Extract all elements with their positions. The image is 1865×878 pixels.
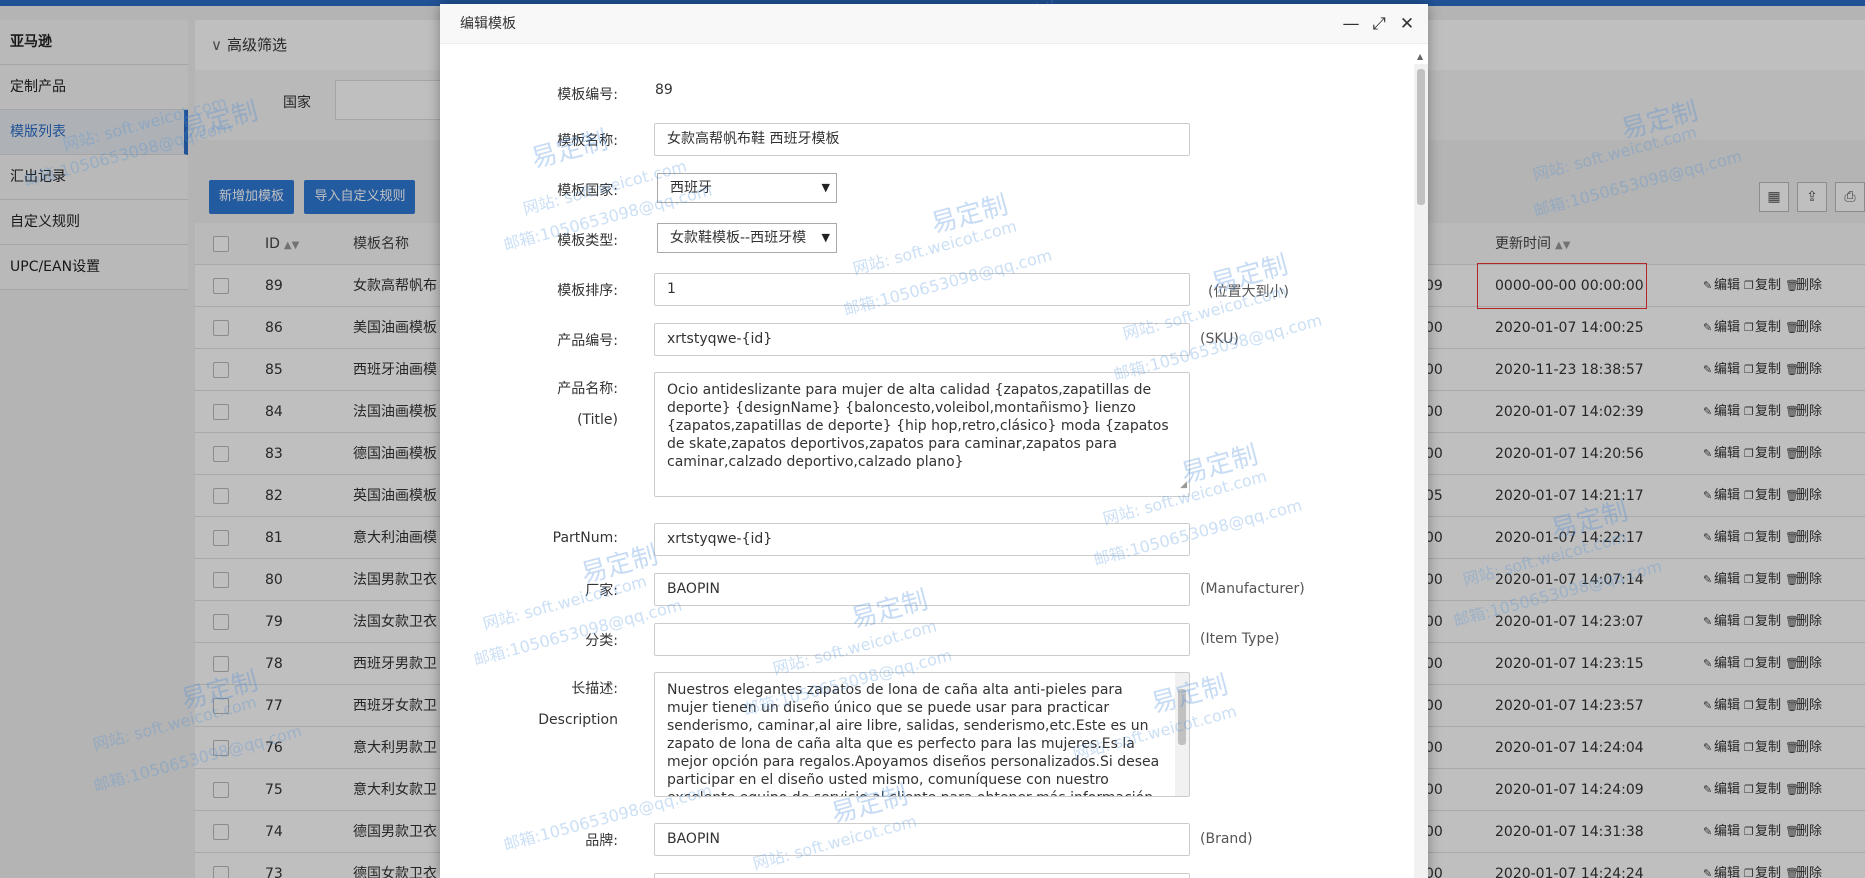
sort-label: 模板排序: <box>557 283 618 299</box>
partnum-label: PartNum: <box>552 530 618 546</box>
product-name-text: Ocio antideslizante para mujer de alta c… <box>667 382 1169 470</box>
close-icon[interactable]: ✕ <box>1398 4 1416 44</box>
manufacturer-label: 厂家: <box>585 583 618 599</box>
product-name-sub-label: (Title) <box>577 412 618 428</box>
product-name-label: 产品名称: <box>557 381 618 397</box>
country-select-value: 西班牙 <box>670 180 712 196</box>
type-select-value: 女款鞋模板--西班牙模 <box>670 230 807 246</box>
dialog-header[interactable]: 编辑模板 — ⤢ ✕ <box>440 4 1428 44</box>
sku-note: (SKU) <box>1200 331 1239 347</box>
manufacturer-input[interactable]: BAOPIN <box>654 573 1190 606</box>
watermark: 易定制 <box>928 190 1012 240</box>
category-label: 分类: <box>585 633 618 649</box>
template-name-label: 模板名称: <box>557 133 618 149</box>
description-text: Nuestros elegantes zapatos de lona de ca… <box>667 682 1160 796</box>
brand-note: (Brand) <box>1200 831 1253 847</box>
sort-note: (位置大到小) <box>1208 284 1289 300</box>
description-label: 长描述: <box>571 681 618 697</box>
brand-input[interactable]: BAOPIN <box>654 823 1190 856</box>
scroll-up-icon[interactable]: ▲ <box>1417 52 1423 61</box>
watermark: 网站: soft.weicot.com <box>480 571 649 634</box>
description-sub-label: Description <box>538 712 618 728</box>
dialog-scrollbar[interactable]: ▲ <box>1414 52 1428 878</box>
watermark: 网站: soft.weicot.com <box>850 216 1019 279</box>
country-label: 模板国家: <box>557 183 618 199</box>
template-no-label: 模板编号: <box>557 87 618 103</box>
maximize-icon[interactable]: ⤢ <box>1370 4 1388 44</box>
edit-template-dialog: 编辑模板 — ⤢ ✕ 模板编号: 89 模板名称: 女款高帮帆布鞋 西班牙模板 … <box>440 4 1428 878</box>
type-select[interactable]: 女款鞋模板--西班牙模 ▼ <box>657 223 837 253</box>
template-no-value: 89 <box>655 82 673 98</box>
dialog-title: 编辑模板 <box>460 16 516 32</box>
window-controls: — ⤢ ✕ <box>1342 4 1416 44</box>
product-name-textarea[interactable]: Ocio antideslizante para mujer de alta c… <box>654 372 1190 497</box>
brand-label: 品牌: <box>585 833 618 849</box>
dialog-body: 模板编号: 89 模板名称: 女款高帮帆布鞋 西班牙模板 模板国家: 西班牙 ▼ … <box>440 44 1414 878</box>
manufacturer-note: (Manufacturer) <box>1200 581 1305 597</box>
textarea-scrollbar[interactable] <box>1175 673 1189 796</box>
next-field-input[interactable] <box>654 873 1190 878</box>
type-label: 模板类型: <box>557 233 618 249</box>
caret-down-icon: ▼ <box>821 181 830 194</box>
template-name-input[interactable]: 女款高帮帆布鞋 西班牙模板 <box>654 123 1190 156</box>
description-textarea[interactable]: Nuestros elegantes zapatos de lona de ca… <box>654 672 1190 797</box>
category-input[interactable] <box>654 623 1190 656</box>
minimize-icon[interactable]: — <box>1342 4 1360 44</box>
scroll-thumb[interactable] <box>1417 69 1425 205</box>
sort-input[interactable]: 1 <box>654 273 1190 306</box>
resize-grip-icon[interactable]: ◢ <box>1180 476 1187 494</box>
caret-down-icon: ▼ <box>821 231 830 244</box>
sku-label: 产品编号: <box>557 333 618 349</box>
category-note: (Item Type) <box>1200 631 1280 647</box>
sku-input[interactable]: xrtstyqwe-{id} <box>654 323 1190 356</box>
country-select[interactable]: 西班牙 ▼ <box>657 173 837 203</box>
partnum-input[interactable]: xrtstyqwe-{id} <box>654 523 1190 556</box>
